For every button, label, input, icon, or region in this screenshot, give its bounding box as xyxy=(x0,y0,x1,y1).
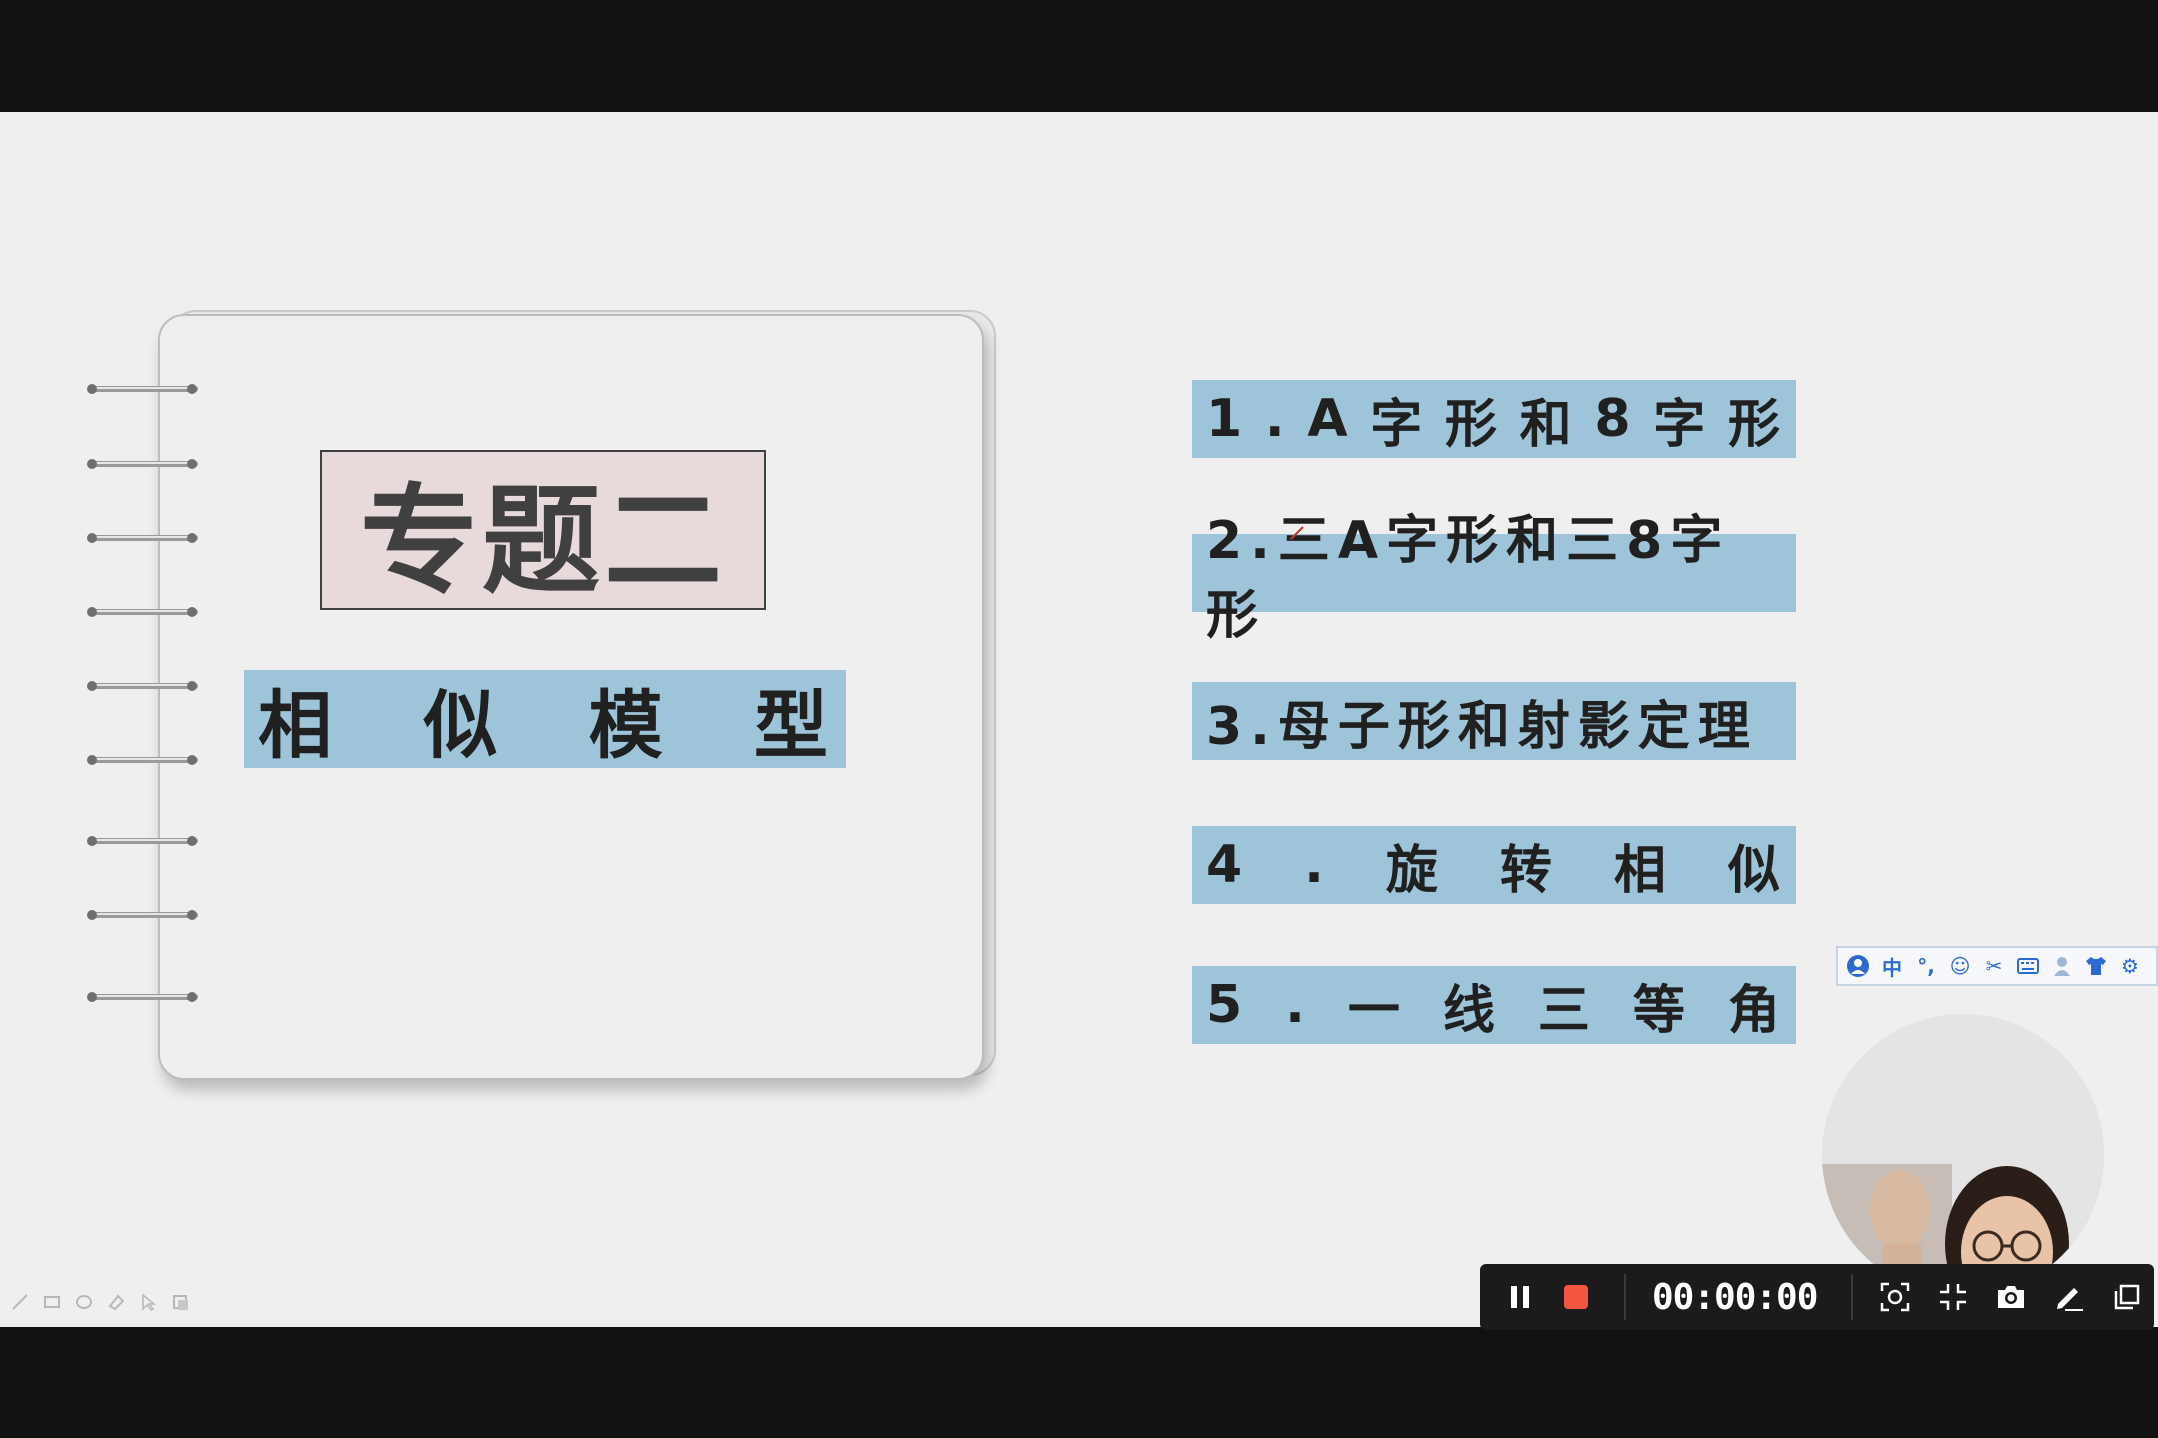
pen-icon[interactable] xyxy=(2049,1277,2089,1317)
topic-char: 形 xyxy=(1444,394,1497,455)
topic-char: 4 xyxy=(1206,835,1243,895)
notebook-ring xyxy=(86,382,200,396)
topic-char: 线 xyxy=(1442,980,1495,1041)
topic-item-1: 1 . A 字 形 和 8 字 形 xyxy=(1192,380,1796,458)
region-capture-icon[interactable] xyxy=(1875,1277,1915,1317)
topic-item-5: 5 . 一 线 三 等 角 xyxy=(1192,966,1796,1044)
presentation-slide: 专题二 相 似 模 型 1 . A 字 形 和 8 字 形 2.三A字形和三8字… xyxy=(0,112,2158,1327)
emoji-icon[interactable]: ☺ xyxy=(1948,954,1972,978)
recording-timer: 00:00:00 xyxy=(1652,1276,1818,1318)
topic-char: 三 xyxy=(1537,980,1590,1041)
topic-char: 旋 xyxy=(1385,840,1438,901)
settings-icon[interactable]: ⚙ xyxy=(2118,954,2142,978)
topic-char: 相 xyxy=(1613,840,1666,901)
webcam-preview[interactable] xyxy=(1822,1014,2104,1296)
slide-title: 专题二 xyxy=(320,450,766,610)
ime-logo-icon[interactable] xyxy=(1846,954,1870,978)
topic-item-2: 2.三A字形和三8字形 xyxy=(1192,511,1796,646)
skin-icon[interactable] xyxy=(2084,954,2108,978)
topic-text: 2.三A字形和三8字形 xyxy=(1206,511,1731,646)
subtitle-char: 相 xyxy=(258,682,332,769)
topic-char: 一 xyxy=(1347,980,1400,1041)
clear-icon[interactable] xyxy=(170,1292,190,1312)
scissors-icon[interactable]: ✂ xyxy=(1982,954,2006,978)
notebook-ring xyxy=(86,908,200,922)
notebook-ring xyxy=(86,834,200,848)
annotation-pen-icon xyxy=(1288,524,1306,546)
rectangle-icon[interactable] xyxy=(42,1292,62,1312)
recording-toolbar: 00:00:00 xyxy=(1480,1264,2154,1330)
stop-icon[interactable] xyxy=(1556,1277,1596,1317)
topic-text: 3.母子形和射影定理 xyxy=(1206,696,1758,757)
notebook-ring xyxy=(86,457,200,471)
ime-mode-button[interactable]: 中 xyxy=(1880,954,1904,980)
notebook-ring xyxy=(86,605,200,619)
shrink-icon[interactable] xyxy=(1933,1277,1973,1317)
subtitle-char: 型 xyxy=(753,682,828,769)
topic-char: . xyxy=(1304,835,1324,895)
topic-char: 字 xyxy=(1370,394,1423,455)
pencil-icon[interactable] xyxy=(10,1292,30,1312)
ime-toolbar[interactable]: 中 °, ☺ ✂ ⚙ xyxy=(1836,946,2158,986)
topic-char: 转 xyxy=(1499,840,1552,901)
user-icon[interactable] xyxy=(2050,954,2074,978)
pause-icon[interactable] xyxy=(1500,1277,1540,1317)
topic-char: A xyxy=(1307,389,1348,449)
topic-char: 形 xyxy=(1727,394,1780,455)
topic-char: 角 xyxy=(1727,980,1780,1041)
annotation-tools[interactable] xyxy=(10,1292,190,1312)
topic-char: 字 xyxy=(1653,394,1706,455)
topic-char: 5 xyxy=(1206,975,1243,1035)
topic-char: . xyxy=(1285,975,1305,1035)
topic-char: 和 xyxy=(1519,394,1572,455)
pointer-icon[interactable] xyxy=(138,1292,158,1312)
slide-subtitle: 相 似 模 型 xyxy=(244,670,846,769)
topic-item-3: 3.母子形和射影定理 xyxy=(1192,682,1796,760)
notebook-ring xyxy=(86,679,200,693)
subtitle-char: 似 xyxy=(423,682,498,769)
ellipse-icon[interactable] xyxy=(74,1292,94,1312)
window-icon[interactable] xyxy=(2107,1277,2147,1317)
punctuation-icon[interactable]: °, xyxy=(1914,954,1938,978)
toolbar-separator xyxy=(1851,1274,1854,1320)
topic-char: 等 xyxy=(1632,980,1685,1041)
topic-char: 1 xyxy=(1206,389,1243,449)
notebook-ring xyxy=(86,753,200,767)
topic-item-4: 4 . 旋 转 相 似 xyxy=(1192,826,1796,904)
subtitle-char: 模 xyxy=(588,682,663,769)
notebook-ring xyxy=(86,531,200,545)
topic-char: 似 xyxy=(1727,840,1780,901)
notebook-ring xyxy=(86,990,200,1004)
toolbar-separator xyxy=(1624,1274,1626,1320)
keyboard-icon[interactable] xyxy=(2016,954,2040,978)
topic-char: 8 xyxy=(1594,389,1631,449)
eraser-icon[interactable] xyxy=(106,1292,126,1312)
camera-icon[interactable] xyxy=(1991,1277,2031,1317)
topic-char: . xyxy=(1264,389,1285,449)
